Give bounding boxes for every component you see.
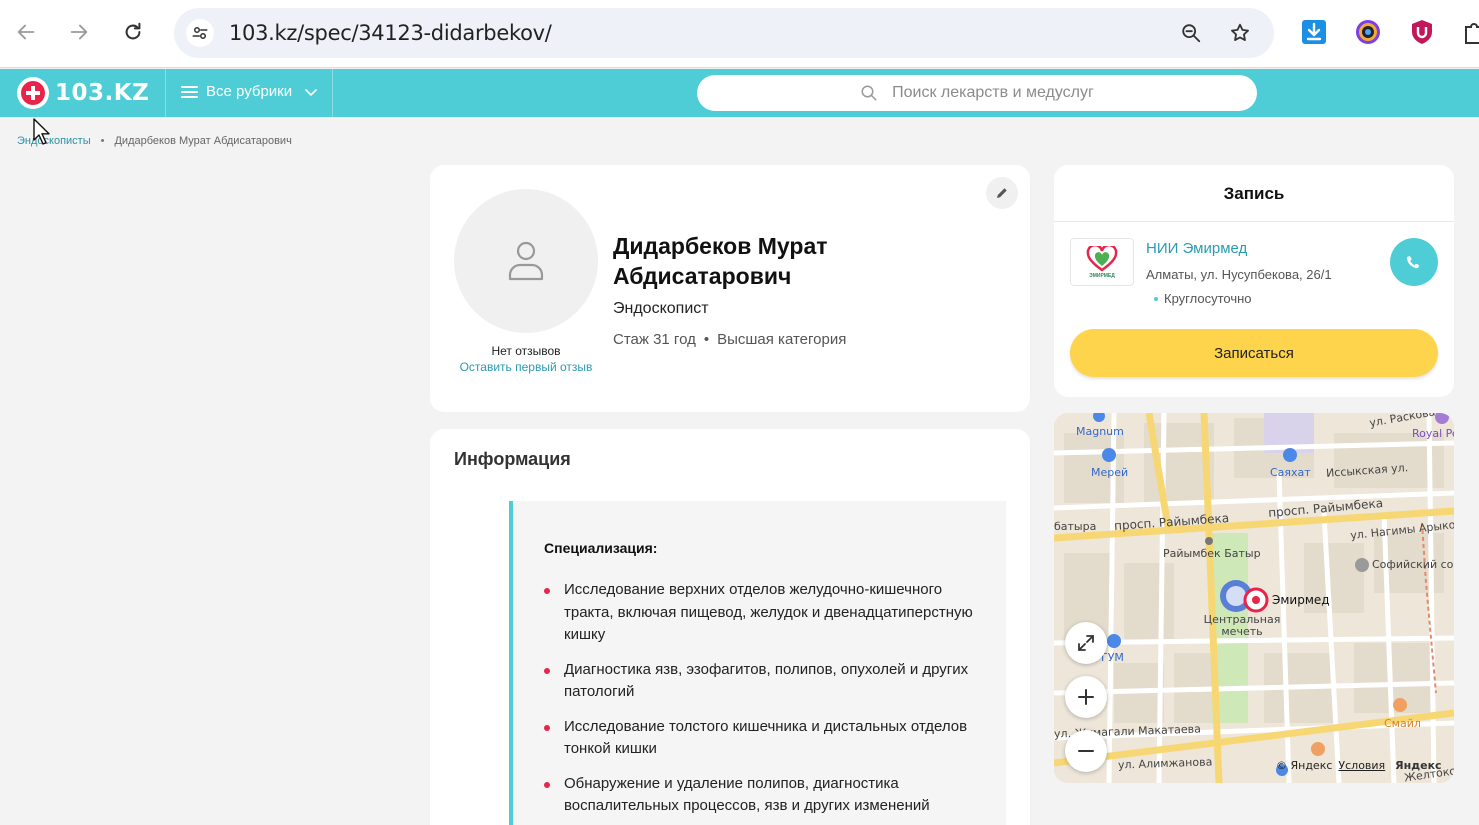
all-rubrics-label: Все рубрики (206, 83, 293, 100)
no-reviews-text: Нет отзывов (491, 344, 561, 358)
list-item: Исследование толстого кишечника и дистал… (544, 716, 984, 761)
list-item: Диагностика язв, эзофагитов, полипов, оп… (544, 659, 984, 704)
specialization-box: Специализация: Исследование верхних отде… (509, 501, 1006, 825)
specialization-list: Исследование верхних отделов желудочно-к… (544, 579, 984, 825)
map-copyright: © Яндекс (1276, 759, 1333, 772)
breadcrumb-parent-link[interactable]: Эндоскописты (17, 135, 91, 147)
download-extension-icon[interactable] (1301, 19, 1327, 45)
booking-card: Запись ЭМИРМЕД НИИ Эмирмед Алматы, ул. Н… (1054, 165, 1454, 397)
yandex-logo[interactable]: Яндекс (1395, 759, 1441, 772)
search-icon (861, 85, 877, 101)
ublock-extension-icon[interactable] (1409, 19, 1435, 45)
divider (1054, 221, 1454, 222)
map-label-clinic: Эмирмед (1272, 593, 1330, 607)
extensions-puzzle-icon[interactable] (1461, 19, 1479, 45)
book-appointment-button[interactable]: Записаться (1070, 329, 1438, 377)
clinic-name-link[interactable]: НИИ Эмирмед (1146, 240, 1247, 257)
information-card: Информация Специализация: Исследование в… (430, 429, 1030, 825)
pencil-icon (997, 188, 1007, 198)
forward-button[interactable] (61, 14, 97, 50)
clinic-address: Алматы, ул. Нусупбекова, 26/1 (1146, 267, 1332, 282)
browser-toolbar: 103.kz/spec/34123-didarbekov/ (0, 0, 1479, 68)
user-placeholder-icon (508, 241, 544, 281)
phone-icon (1406, 256, 1419, 269)
reviews-block: Нет отзывов Оставить первый отзыв (456, 343, 596, 375)
category-text: Высшая категория (717, 331, 847, 348)
plus-icon (1078, 689, 1094, 705)
map-label: Саяхат (1270, 466, 1311, 479)
map-label: Мерей (1091, 466, 1129, 479)
clinic-hours: Круглосуточно (1154, 291, 1252, 306)
camera-extension-icon[interactable] (1355, 19, 1381, 45)
meta-separator: • (703, 331, 710, 348)
breadcrumb-current: Дидарбеков Мурат Абдисатарович (114, 135, 292, 147)
section-title: Информация (454, 449, 571, 469)
leave-review-link[interactable]: Оставить первый отзыв (456, 359, 596, 375)
site-logo[interactable]: 103.KZ (17, 77, 149, 109)
map-label: Royal Pe (1412, 427, 1454, 440)
header-divider (165, 69, 166, 117)
mouse-cursor-icon (33, 118, 50, 145)
chevron-down-icon (305, 88, 317, 96)
list-item: Обнаружение и удаление полипов, диагност… (544, 773, 984, 818)
hamburger-icon (181, 85, 198, 98)
clinic-logo[interactable]: ЭМИРМЕД (1070, 238, 1134, 286)
clinic-map[interactable]: Magnum Мерей Саяхат Royal Pe ул. Раскова… (1054, 413, 1454, 783)
edit-button[interactable] (986, 177, 1018, 209)
status-dot-icon (1154, 296, 1158, 301)
map-label: Magnum (1076, 425, 1124, 438)
arrow-right-icon (70, 24, 88, 40)
map-attribution: © Яндекс Условия Яндекс (1276, 759, 1442, 772)
experience-text: Стаж 31 год (613, 331, 696, 348)
zoom-icon[interactable] (1178, 20, 1204, 46)
breadcrumb: Эндоскописты • Дидарбеков Мурат Абдисата… (17, 135, 292, 147)
doctor-specialty: Эндоскопист (613, 300, 709, 317)
map-terms-link[interactable]: Условия (1338, 759, 1385, 772)
map-fullscreen-button[interactable] (1065, 622, 1107, 664)
map-label: Смайл (1384, 717, 1421, 730)
call-button[interactable] (1390, 238, 1438, 286)
map-label: Софийский соб (1372, 558, 1454, 571)
map-zoom-in-button[interactable] (1065, 676, 1107, 718)
search-placeholder: Поиск лекарств и медуслуг (892, 84, 1094, 101)
logo-text: 103.KZ (55, 80, 150, 106)
booking-title: Запись (1223, 184, 1285, 203)
address-bar[interactable]: 103.kz/spec/34123-didarbekov/ (174, 8, 1274, 58)
breadcrumb-separator: • (100, 135, 105, 147)
bookmark-star-icon[interactable] (1227, 20, 1253, 46)
reload-button[interactable] (115, 14, 151, 50)
list-item: Исследование верхних отделов желудочно-к… (544, 579, 984, 647)
doctor-name: Дидарбеков Мурат Абдисатарович (613, 233, 828, 289)
site-header: 103.KZ Все рубрики Поиск лекарств и меду… (0, 69, 1479, 117)
reload-icon (125, 22, 141, 40)
map-label: батыра (1054, 520, 1097, 533)
minus-icon (1078, 750, 1094, 752)
search-input[interactable]: Поиск лекарств и медуслуг (697, 75, 1257, 111)
medical-cross-icon (17, 77, 49, 109)
hours-text: Круглосуточно (1164, 291, 1252, 306)
expand-icon (1078, 635, 1094, 651)
clinic-logo-text: ЭМИРМЕД (1089, 272, 1115, 279)
map-label: Центральная мечеть (1203, 613, 1281, 638)
url-text[interactable]: 103.kz/spec/34123-didarbekov/ (229, 21, 552, 45)
all-rubrics-menu[interactable]: Все рубрики (181, 83, 318, 100)
heart-logo-icon (1086, 245, 1118, 272)
avatar (454, 189, 598, 333)
header-divider (332, 69, 333, 117)
specialization-heading: Специализация: (544, 540, 658, 556)
doctor-meta: Стаж 31 год • Высшая категория (613, 331, 846, 348)
map-zoom-out-button[interactable] (1065, 730, 1107, 772)
map-label: Райымбек Батыр (1163, 547, 1261, 560)
arrow-left-icon (17, 24, 35, 40)
back-button[interactable] (8, 14, 44, 50)
site-settings-icon[interactable] (186, 19, 214, 47)
doctor-profile-card: Нет отзывов Оставить первый отзыв Дидарб… (430, 165, 1030, 412)
